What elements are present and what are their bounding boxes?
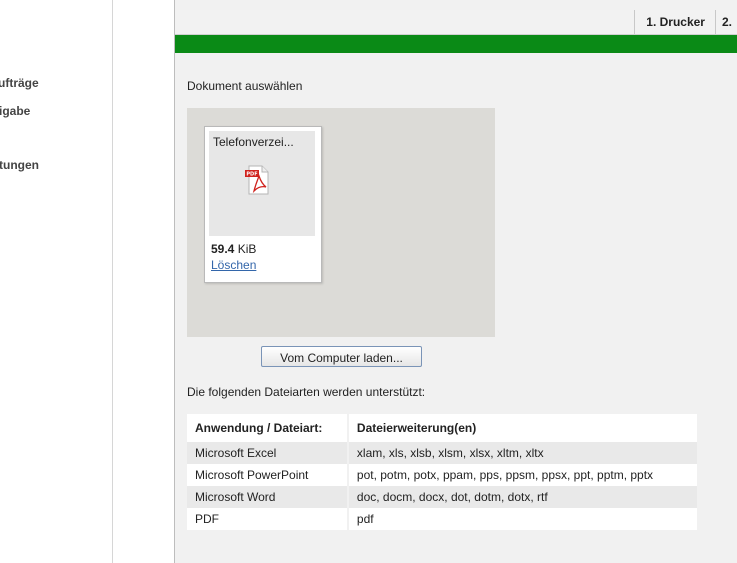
column-header-extensions: Dateierweiterung(en): [346, 414, 697, 442]
step-printer[interactable]: 1. Drucker: [634, 10, 715, 34]
table-row: Microsoft PowerPoint pot, potm, potx, pp…: [187, 464, 697, 486]
cell-extensions: pdf: [346, 508, 697, 530]
upload-from-computer-button[interactable]: Vom Computer laden...: [261, 346, 422, 367]
table-row: Microsoft Excel xlam, xls, xlsb, xlsm, x…: [187, 442, 697, 464]
cell-application: Microsoft PowerPoint: [187, 464, 348, 486]
cell-application: Microsoft Excel: [187, 442, 348, 464]
table-row: PDF pdf: [187, 508, 697, 530]
document-dropzone[interactable]: Telefonverzei... PDF 59.4 KiB Löschen: [187, 108, 495, 337]
column-header-application: Anwendung / Dateiart:: [187, 414, 348, 442]
section-title: Dokument auswählen: [187, 79, 303, 93]
filetype-table: Anwendung / Dateiart: Dateierweiterung(e…: [187, 414, 697, 530]
accent-bar: [175, 35, 737, 53]
cell-application: PDF: [187, 508, 348, 530]
file-size-unit: KiB: [237, 242, 257, 256]
file-name: Telefonverzei...: [213, 135, 294, 149]
cell-application: Microsoft Word: [187, 486, 348, 508]
delete-link[interactable]: Löschen: [211, 258, 256, 272]
file-size: 59.4 KiB: [211, 242, 256, 256]
table-row: Microsoft Word doc, docm, docx, dot, dot…: [187, 486, 697, 508]
svg-text:PDF: PDF: [246, 172, 257, 178]
sidebar-item-einstellungen[interactable]: tungen: [0, 158, 39, 172]
wizard-steps: 1. Drucker 2.: [634, 10, 737, 34]
step-two[interactable]: 2.: [714, 10, 737, 34]
cell-extensions: xlam, xls, xlsb, xlsm, xlsx, xltm, xltx: [346, 442, 697, 464]
file-card[interactable]: Telefonverzei... PDF 59.4 KiB Löschen: [204, 126, 322, 283]
file-size-value: 59.4: [211, 242, 235, 256]
supported-types-text: Die folgenden Dateiarten werden unterstü…: [187, 385, 426, 399]
table-header-row: Anwendung / Dateiart: Dateierweiterung(e…: [187, 414, 697, 442]
cell-extensions: doc, docm, docx, dot, dotm, dotx, rtf: [346, 486, 697, 508]
main-panel: 1. Drucker 2. Dokument auswählen Telefon…: [174, 0, 737, 563]
step-bar: 1. Drucker 2.: [175, 10, 737, 35]
gutter: [113, 0, 174, 563]
cell-extensions: pot, potm, potx, ppam, pps, ppsm, ppsx, …: [346, 464, 697, 486]
sidebar: ufträge igabe tungen: [0, 0, 113, 563]
sidebar-item-auftraege[interactable]: ufträge: [0, 76, 39, 90]
pdf-file-icon: PDF: [245, 165, 269, 195]
sidebar-item-freigabe[interactable]: igabe: [0, 104, 30, 118]
